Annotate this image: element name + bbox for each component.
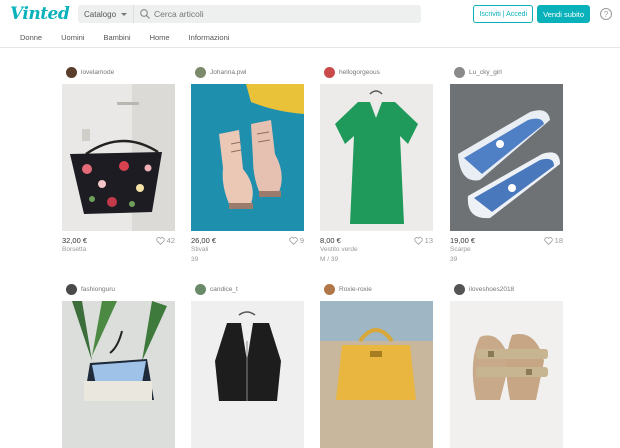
seller[interactable]: Lu_cky_girl xyxy=(454,65,563,79)
favorite-button[interactable]: 18 xyxy=(543,236,563,245)
product-photo[interactable] xyxy=(62,301,175,448)
product-photo[interactable] xyxy=(320,84,433,231)
seller-username: Roxie-roxie xyxy=(339,285,372,293)
avatar xyxy=(195,66,206,78)
favorite-button[interactable]: 13 xyxy=(413,236,433,245)
seller[interactable]: hellogorgeous xyxy=(324,65,433,79)
seller-username: iloveshoes2018 xyxy=(469,285,515,293)
product-card[interactable]: lovelamode 32,00 € 42 Borsetta xyxy=(62,65,175,256)
product-meta: 26,00 € 9 xyxy=(191,236,304,245)
nav-item-uomini[interactable]: Uomini xyxy=(61,33,84,42)
seller-username: lovelamode xyxy=(81,68,115,76)
category-dropdown[interactable]: Catalogo xyxy=(78,5,135,23)
nav-item-informazioni[interactable]: Informazioni xyxy=(189,33,230,42)
product-card[interactable]: hellogorgeous 8,00 € 13 Vestito verde M … xyxy=(320,65,433,264)
product-meta: 19,00 € 18 xyxy=(450,236,563,245)
heart-icon xyxy=(543,236,553,245)
product-photo[interactable] xyxy=(191,301,304,448)
favorite-count: 13 xyxy=(424,236,433,245)
chevron-down-icon xyxy=(121,12,128,16)
product-card[interactable]: Lu_cky_girl 19,00 € 18 Scarpe 39 xyxy=(450,65,563,264)
category-label: Catalogo xyxy=(84,9,117,19)
product-price: 19,00 € xyxy=(450,236,476,245)
favorite-count: 18 xyxy=(554,236,563,245)
vinted-logo[interactable]: Vinted xyxy=(10,4,78,24)
product-photo[interactable] xyxy=(450,84,563,231)
nav-item-bambini[interactable]: Bambini xyxy=(103,33,130,42)
avatar xyxy=(454,66,465,78)
nav-item-home[interactable]: Home xyxy=(150,33,170,42)
product-price: 26,00 € xyxy=(191,236,217,245)
product-title: Borsetta xyxy=(62,246,87,253)
sell-button[interactable]: Vendi subito xyxy=(537,5,590,23)
product-photo[interactable] xyxy=(450,301,563,448)
avatar xyxy=(195,283,206,295)
seller[interactable]: Johanna.pwl xyxy=(195,65,304,79)
seller[interactable]: lovelamode xyxy=(66,65,175,79)
search-input[interactable] xyxy=(154,9,421,19)
product-title: Scarpe xyxy=(450,246,471,253)
heart-icon xyxy=(413,236,423,245)
product-photo[interactable] xyxy=(320,301,433,448)
product-price: 8,00 € xyxy=(320,236,341,245)
seller[interactable]: fashionguru xyxy=(66,282,175,296)
product-photo[interactable] xyxy=(191,84,304,231)
favorite-button[interactable]: 42 xyxy=(155,236,175,245)
product-card[interactable]: Roxie-roxie xyxy=(320,282,433,448)
product-title: Stivali xyxy=(191,246,209,253)
favorite-count: 9 xyxy=(299,236,304,245)
seller[interactable]: Roxie-roxie xyxy=(324,282,433,296)
seller-username: candice_t xyxy=(210,285,238,293)
product-photo[interactable] xyxy=(62,84,175,231)
header-actions: Iscriviti | Accedi Vendi subito ? xyxy=(473,5,612,23)
seller-username: fashionguru xyxy=(81,285,115,293)
avatar xyxy=(66,283,77,295)
search-bar: Catalogo xyxy=(78,5,421,23)
seller[interactable]: iloveshoes2018 xyxy=(454,282,563,296)
favorite-button[interactable]: 9 xyxy=(289,236,304,245)
category-nav: Donne Uomini Bambini Home Informazioni xyxy=(0,28,620,48)
product-meta: 8,00 € 13 xyxy=(320,236,433,245)
avatar xyxy=(324,66,335,78)
search-icon xyxy=(140,9,150,19)
product-card[interactable]: Johanna.pwl 26,00 € 9 Stivali 39 xyxy=(191,65,304,264)
product-card[interactable]: iloveshoes2018 xyxy=(450,282,563,448)
product-price: 32,00 € xyxy=(62,236,88,245)
avatar xyxy=(324,283,335,295)
product-card[interactable]: fashionguru xyxy=(62,282,175,448)
product-card[interactable]: candice_t xyxy=(191,282,304,448)
product-size: 39 xyxy=(191,255,199,263)
product-meta: 32,00 € 42 xyxy=(62,236,175,245)
heart-icon xyxy=(155,236,165,245)
top-bar: Vinted Catalogo Iscriviti | Accedi Vendi… xyxy=(0,0,620,28)
seller-username: Johanna.pwl xyxy=(210,68,247,76)
product-size: M / 39 xyxy=(320,255,339,263)
avatar xyxy=(454,283,465,295)
signin-button[interactable]: Iscriviti | Accedi xyxy=(473,5,534,23)
heart-icon xyxy=(289,236,298,245)
help-icon[interactable]: ? xyxy=(600,8,612,20)
favorite-count: 42 xyxy=(166,236,175,245)
product-size: 39 xyxy=(450,255,458,263)
seller-username: Lu_cky_girl xyxy=(469,68,502,76)
seller-username: hellogorgeous xyxy=(339,68,380,76)
avatar xyxy=(66,66,77,78)
seller[interactable]: candice_t xyxy=(195,282,304,296)
product-title: Vestito verde xyxy=(320,246,358,253)
nav-item-donne[interactable]: Donne xyxy=(20,33,42,42)
